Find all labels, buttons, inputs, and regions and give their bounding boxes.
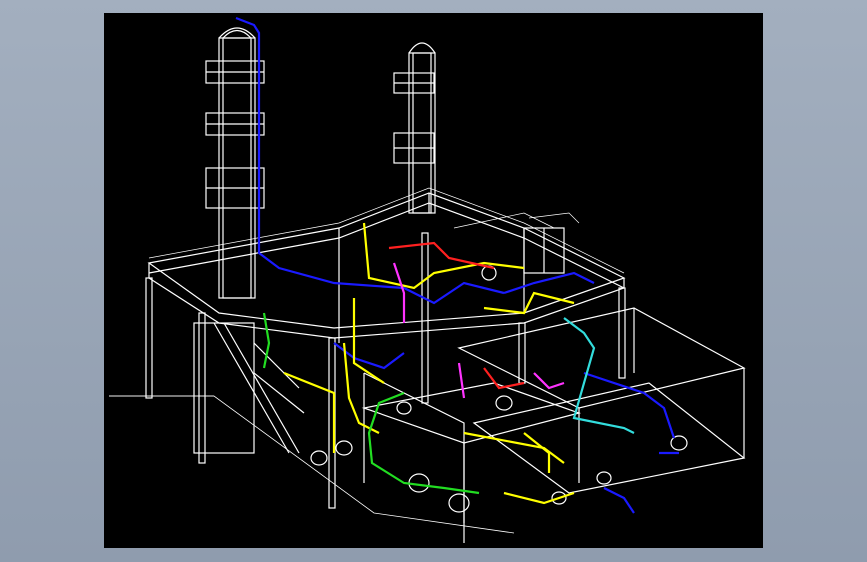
deck-columns bbox=[145, 232, 626, 509]
pipe-red bbox=[388, 241, 495, 270]
plant-3d-model bbox=[109, 16, 746, 543]
steel-structure bbox=[109, 27, 746, 543]
distillation-column-right bbox=[393, 42, 436, 214]
piping bbox=[235, 16, 679, 514]
pipe-magenta bbox=[392, 262, 406, 323]
cad-3d-viewport[interactable] bbox=[104, 13, 763, 548]
stair-tower bbox=[193, 322, 305, 454]
vessel-right bbox=[523, 227, 565, 274]
upper-deck bbox=[147, 192, 626, 343]
lower-frame bbox=[361, 307, 746, 543]
pipe-cyan bbox=[563, 317, 635, 434]
pipe-yellow-main bbox=[362, 222, 525, 290]
